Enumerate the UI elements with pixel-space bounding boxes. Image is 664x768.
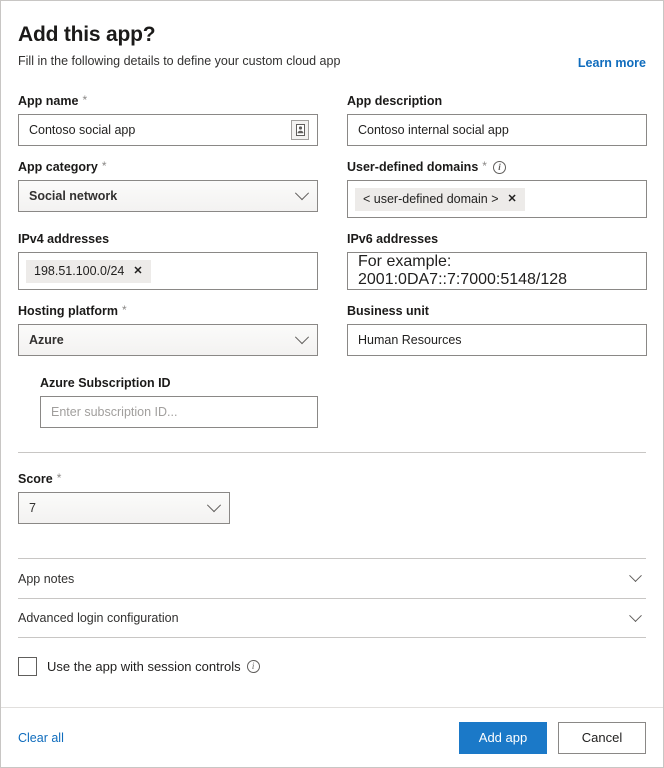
session-controls-label: Use the app with session controls i	[47, 659, 260, 674]
section-divider	[18, 452, 646, 453]
ipv4-addresses-input[interactable]: 198.51.100.0/24 ✕	[18, 252, 318, 290]
chevron-down-icon	[206, 498, 222, 513]
azure-subscription-id-input[interactable]: Enter subscription ID...	[40, 396, 318, 428]
label-azure-subscription-id: Azure Subscription ID	[40, 375, 318, 391]
ipv6-addresses-input[interactable]: For example: 2001:0DA7::7:7000:5148/128	[347, 252, 647, 290]
label-score-text: Score	[18, 472, 53, 486]
session-controls-row: Use the app with session controls i	[18, 657, 646, 676]
dialog-content: Add this app? Fill in the following deta…	[1, 1, 663, 676]
user-defined-domains-input[interactable]: < user-defined domain > ✕	[347, 180, 647, 218]
score-select[interactable]: 7	[18, 492, 230, 524]
label-app-category-text: App category	[18, 160, 98, 174]
label-app-description-text: App description	[347, 94, 443, 108]
field-app-name: App name * Contoso social app	[18, 93, 318, 146]
required-marker: *	[122, 303, 127, 317]
label-score: Score *	[18, 471, 646, 487]
accordion-app-notes-label: App notes	[18, 571, 75, 586]
required-marker: *	[482, 159, 487, 173]
accordion-advanced-login-configuration[interactable]: Advanced login configuration	[18, 598, 646, 638]
chevron-down-icon	[629, 608, 642, 622]
accordion-group: App notes Advanced login configuration	[18, 558, 646, 638]
field-score: Score * 7	[18, 471, 646, 524]
label-app-category: App category *	[18, 159, 318, 175]
business-unit-value: Human Resources	[358, 333, 462, 347]
label-ipv4-addresses: IPv4 addresses	[18, 231, 318, 247]
accordion-advanced-login-configuration-label: Advanced login configuration	[18, 611, 179, 625]
accordion-app-notes[interactable]: App notes	[18, 558, 646, 598]
field-ipv6-addresses: IPv6 addresses For example: 2001:0DA7::7…	[347, 231, 647, 290]
field-user-defined-domains: User-defined domains * i < user-defined …	[347, 159, 647, 218]
hosting-platform-value: Azure	[29, 333, 64, 347]
ipv6-placeholder: For example: 2001:0DA7::7:7000:5148/128	[358, 253, 568, 288]
ipv4-chip: 198.51.100.0/24 ✕	[26, 259, 151, 283]
label-app-name-text: App name	[18, 94, 79, 108]
chevron-down-icon	[294, 330, 310, 345]
dialog-header: Add this app? Fill in the following deta…	[18, 23, 646, 70]
domain-chip-label: < user-defined domain >	[363, 192, 499, 206]
learn-more-link[interactable]: Learn more	[578, 56, 646, 70]
session-controls-checkbox[interactable]	[18, 657, 37, 676]
field-business-unit: Business unit Human Resources	[347, 303, 647, 356]
page-subtitle: Fill in the following details to define …	[18, 54, 341, 68]
app-description-input[interactable]: Contoso internal social app	[347, 114, 647, 146]
required-marker: *	[82, 93, 88, 107]
app-description-value: Contoso internal social app	[358, 123, 509, 137]
chevron-down-icon	[294, 186, 310, 201]
app-category-select[interactable]: Social network	[18, 180, 318, 212]
cancel-button[interactable]: Cancel	[558, 721, 646, 754]
add-app-button[interactable]: Add app	[459, 721, 547, 754]
dialog-footer: Clear all Add app Cancel	[1, 707, 663, 767]
label-app-name: App name *	[18, 93, 318, 109]
label-business-unit-text: Business unit	[347, 304, 429, 318]
field-hosting-platform: Hosting platform * Azure	[18, 303, 318, 356]
label-user-defined-domains: User-defined domains * i	[347, 159, 647, 175]
info-icon[interactable]: i	[492, 160, 506, 174]
field-ipv4-addresses: IPv4 addresses 198.51.100.0/24 ✕	[18, 231, 318, 290]
label-ipv6-addresses: IPv6 addresses	[347, 231, 647, 247]
azure-subscription-id-placeholder: Enter subscription ID...	[51, 405, 178, 419]
clear-all-link[interactable]: Clear all	[18, 731, 64, 745]
label-ipv4-addresses-text: IPv4 addresses	[18, 232, 110, 246]
label-hosting-platform-text: Hosting platform	[18, 304, 118, 318]
app-category-value: Social network	[29, 189, 118, 203]
label-user-defined-domains-text: User-defined domains	[347, 160, 479, 174]
form-grid: App name * Contoso social app App descri…	[18, 93, 647, 428]
session-controls-label-text: Use the app with session controls	[47, 659, 241, 674]
hosting-platform-select[interactable]: Azure	[18, 324, 318, 356]
close-icon[interactable]: ✕	[508, 193, 517, 205]
add-app-dialog: Add this app? Fill in the following deta…	[0, 0, 664, 768]
info-icon[interactable]: i	[246, 660, 260, 673]
business-unit-input[interactable]: Human Resources	[347, 324, 647, 356]
chevron-down-icon	[629, 569, 642, 583]
contact-card-icon[interactable]	[291, 120, 309, 140]
field-app-description: App description Contoso internal social …	[347, 93, 647, 146]
label-azure-subscription-id-text: Azure Subscription ID	[40, 376, 171, 390]
required-marker: *	[56, 471, 62, 485]
app-name-value: Contoso social app	[29, 123, 136, 137]
required-marker: *	[101, 159, 107, 173]
app-name-input[interactable]: Contoso social app	[18, 114, 318, 146]
label-app-description: App description	[347, 93, 647, 109]
field-app-category: App category * Social network	[18, 159, 318, 218]
field-azure-subscription-id: Azure Subscription ID Enter subscription…	[40, 375, 318, 428]
label-ipv6-addresses-text: IPv6 addresses	[347, 232, 439, 246]
ipv4-chip-label: 198.51.100.0/24	[34, 264, 125, 278]
label-hosting-platform: Hosting platform *	[18, 303, 318, 319]
label-business-unit: Business unit	[347, 303, 647, 319]
domain-chip: < user-defined domain > ✕	[355, 187, 525, 211]
close-icon[interactable]: ✕	[133, 265, 142, 277]
page-title: Add this app?	[18, 23, 156, 46]
score-value: 7	[29, 501, 36, 515]
